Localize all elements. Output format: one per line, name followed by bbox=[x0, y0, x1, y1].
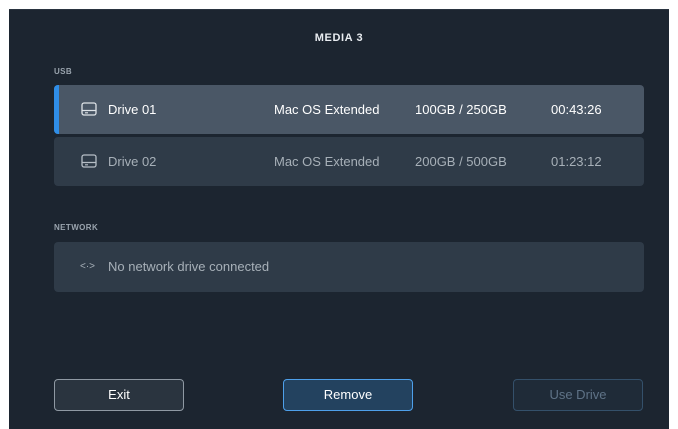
drive-capacity: 100GB / 250GB bbox=[415, 102, 507, 117]
drive-name: Drive 01 bbox=[108, 102, 157, 117]
remove-button[interactable]: Remove bbox=[283, 379, 413, 411]
exit-button[interactable]: Exit bbox=[54, 379, 184, 411]
drive-record-time: 00:43:26 bbox=[551, 102, 602, 117]
media-panel: MEDIA 3 USB Drive 01 Mac OS Extended 100… bbox=[9, 9, 669, 429]
network-empty-message: No network drive connected bbox=[108, 259, 270, 274]
selection-indicator bbox=[54, 85, 59, 134]
drive-record-time: 01:23:12 bbox=[551, 154, 602, 169]
usb-section-label: USB bbox=[54, 67, 73, 76]
network-drive-row: <·> No network drive connected bbox=[54, 242, 644, 292]
network-section-label: NETWORK bbox=[54, 223, 99, 232]
network-arrows-icon: <·> bbox=[80, 261, 96, 272]
drive-name: Drive 02 bbox=[108, 154, 157, 169]
hard-drive-icon bbox=[81, 154, 97, 168]
drive-format: Mac OS Extended bbox=[274, 154, 380, 169]
page-title: MEDIA 3 bbox=[314, 32, 364, 44]
drive-row-02[interactable]: Drive 02 Mac OS Extended 200GB / 500GB 0… bbox=[54, 137, 644, 186]
use-drive-button[interactable]: Use Drive bbox=[513, 379, 643, 411]
drive-row-01[interactable]: Drive 01 Mac OS Extended 100GB / 250GB 0… bbox=[54, 85, 644, 134]
hard-drive-icon bbox=[81, 102, 97, 116]
drive-capacity: 200GB / 500GB bbox=[415, 154, 507, 169]
drive-format: Mac OS Extended bbox=[274, 102, 380, 117]
